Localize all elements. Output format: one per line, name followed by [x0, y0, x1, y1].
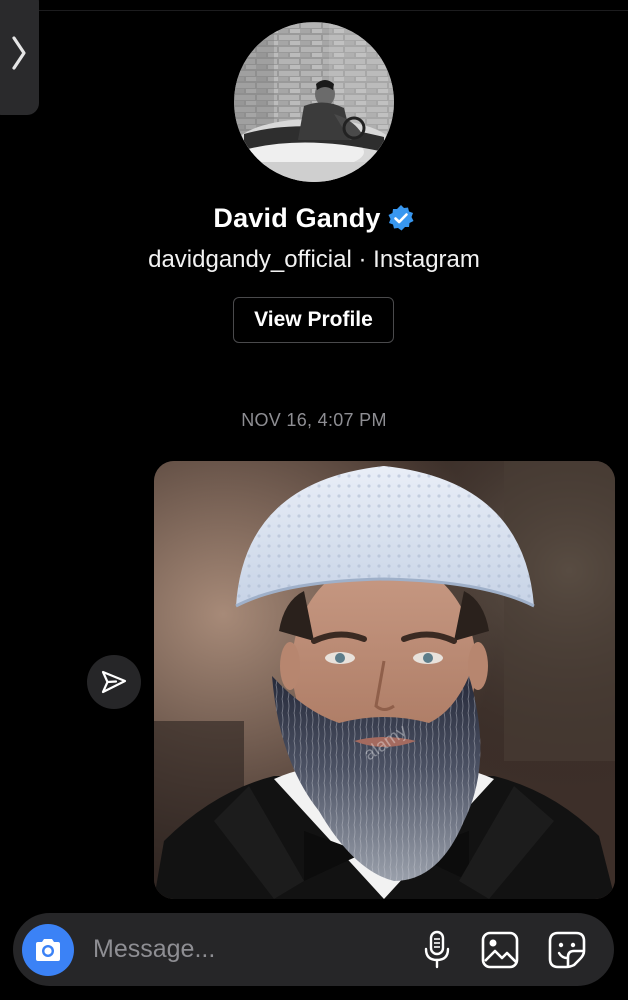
- top-divider: [0, 10, 628, 11]
- gallery-icon: [481, 931, 519, 969]
- microphone-button[interactable]: [417, 930, 457, 970]
- subtitle-separator: ·: [351, 246, 374, 273]
- profile-username: davidgandy_official: [148, 246, 352, 273]
- verified-badge-icon: [387, 204, 415, 232]
- camera-icon: [33, 937, 63, 963]
- camera-button[interactable]: [22, 924, 74, 976]
- message-timestamp: NOV 16, 4:07 PM: [241, 410, 387, 430]
- gallery-button[interactable]: [480, 930, 520, 970]
- profile-platform: Instagram: [373, 246, 480, 273]
- back-button[interactable]: [0, 0, 39, 115]
- profile-name-row: David Gandy: [0, 200, 628, 236]
- profile-subtitle: davidgandy_official · Instagram: [0, 244, 628, 276]
- message-input[interactable]: [93, 929, 393, 969]
- chevron-right-icon: [11, 35, 27, 71]
- message-composer: [13, 913, 614, 986]
- sticker-button[interactable]: [547, 930, 587, 970]
- profile-name: David Gandy: [213, 203, 381, 233]
- microphone-icon: [423, 930, 451, 970]
- share-button[interactable]: [87, 655, 141, 709]
- paper-plane-icon: [101, 669, 127, 695]
- view-profile-button[interactable]: View Profile: [233, 297, 394, 343]
- sticker-icon: [548, 931, 586, 969]
- photo-message[interactable]: alamy: [154, 461, 615, 899]
- profile-avatar[interactable]: [234, 22, 394, 182]
